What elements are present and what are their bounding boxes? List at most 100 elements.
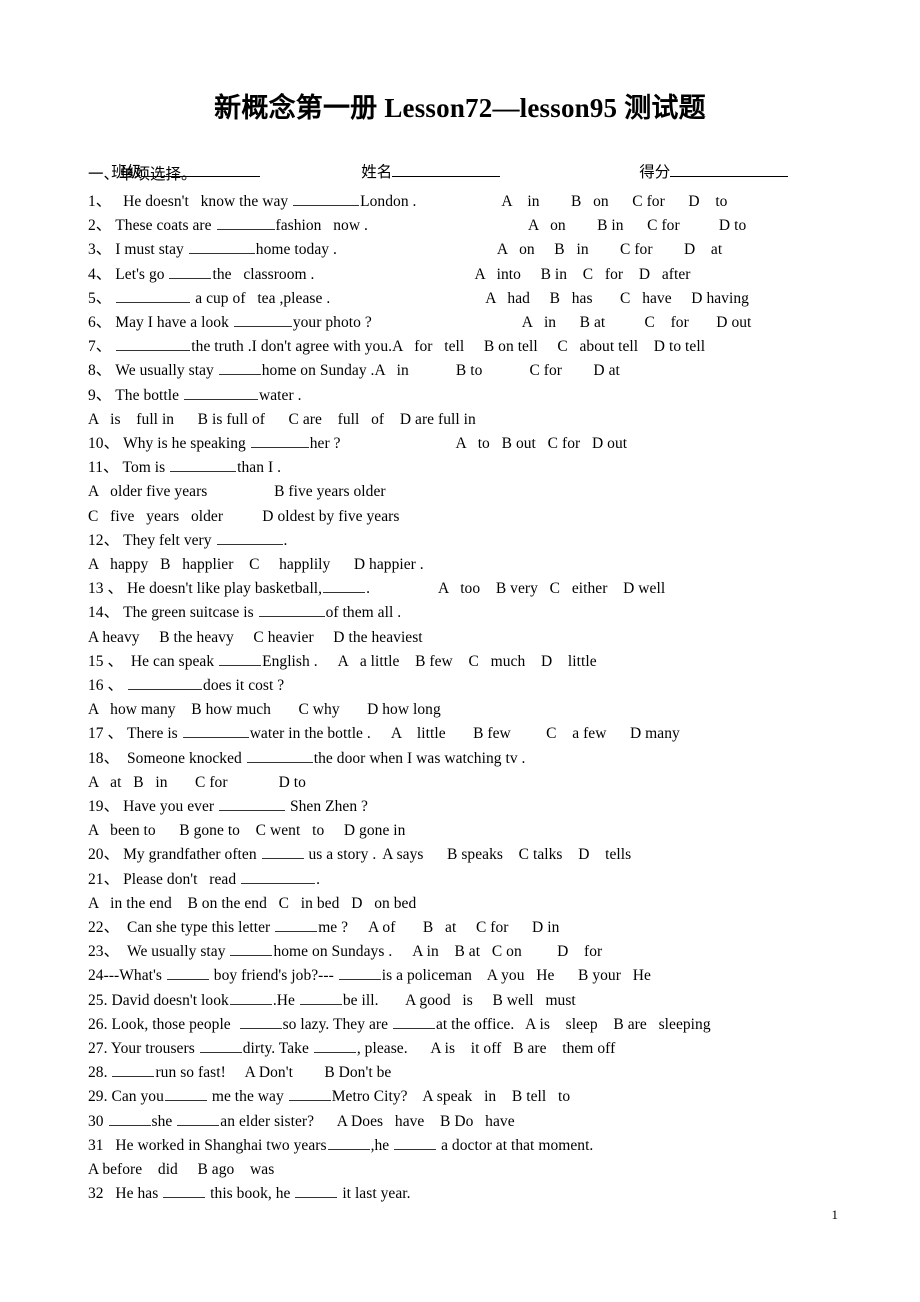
question-stem-tail: Shen Zhen ?	[286, 798, 368, 815]
answer-blank-second[interactable]	[299, 992, 342, 1005]
question-stem: A been to B gone to C went to D gone in	[88, 822, 406, 840]
question-line: 5、 a cup of tea ,please . A had B has C h…	[88, 289, 749, 309]
question-options[interactable]: A for tell B on tell C about tell D to t…	[392, 338, 705, 355]
question-stem-tail: does it cost ?	[203, 677, 285, 694]
option-line: A at B in C for D to	[88, 773, 306, 793]
answer-blank-second[interactable]	[394, 1137, 437, 1150]
question-stem: We usually stay	[111, 362, 218, 380]
option-line: A before did B ago was	[88, 1160, 274, 1180]
question-options[interactable]: A too B very C either D well	[438, 580, 665, 597]
option-line: A happy B happlier C happlily D happier …	[88, 555, 424, 575]
answer-blank[interactable]	[250, 435, 309, 448]
question-options[interactable]: A little B few C a few D many	[391, 725, 680, 742]
answer-blank[interactable]	[116, 338, 191, 352]
question-options[interactable]: A on B in C for D to	[528, 217, 746, 234]
question-line: 6、 May I have a look your photo ? A in B …	[88, 313, 751, 333]
question-stem-tail: your photo ?	[292, 314, 372, 331]
answer-blank[interactable]	[258, 604, 325, 618]
question-options[interactable]: a doctor at that moment.	[437, 1137, 593, 1154]
question-number: 6、	[88, 314, 112, 331]
answer-blank[interactable]	[183, 387, 258, 400]
answer-blank[interactable]	[199, 1040, 242, 1053]
question-options[interactable]: A into B in C for D after	[474, 266, 690, 283]
question-options[interactable]: A a little B few C much D little	[338, 653, 597, 670]
answer-blank[interactable]	[128, 677, 203, 690]
question-options[interactable]: it last year.	[338, 1185, 410, 1202]
question-stem-tail: .	[316, 870, 321, 888]
answer-blank[interactable]	[116, 290, 191, 303]
question-options[interactable]: A to B out C for D out	[456, 435, 628, 452]
answer-blank[interactable]	[188, 241, 255, 255]
question-stem: These coats are	[111, 217, 216, 235]
question-options[interactable]: Metro City? A speak in B tell to	[332, 1088, 570, 1105]
question-number: 15 、	[88, 652, 124, 670]
question-line: 11、 Tom is than I .	[88, 458, 281, 478]
question-stem: Please don't read	[119, 870, 241, 888]
name-label: 姓名	[361, 164, 393, 181]
question-number: 21、	[88, 870, 120, 888]
name-blank-rule[interactable]	[392, 163, 501, 177]
question-stem: He doesn't like play basketball,	[123, 580, 323, 598]
option-line: A how many B how much C why D how long	[88, 700, 441, 720]
question-options[interactable]: A on B in C for D at	[497, 241, 722, 258]
answer-blank-second[interactable]	[177, 1113, 220, 1126]
question-line: 25. David doesn't look .He be ill. A good…	[88, 991, 576, 1011]
question-options[interactable]: A in B at C on D for	[412, 943, 602, 960]
question-stem-tail: English .	[262, 652, 318, 670]
question-options[interactable]: be ill. A good is B well must	[343, 992, 576, 1009]
answer-blank[interactable]	[219, 653, 262, 666]
question-stem-tail: of them all .	[325, 604, 402, 622]
question-options[interactable]: an elder sister? A Does have B Do have	[220, 1113, 514, 1130]
answer-blank-second[interactable]	[338, 967, 381, 981]
score-blank-rule[interactable]	[670, 163, 789, 177]
question-stem: A heavy B the heavy C heavier D the heav…	[88, 628, 423, 646]
question-line: 17 、 There is water in the bottle . A lit…	[88, 724, 680, 744]
answer-blank-second[interactable]	[313, 1040, 356, 1053]
question-stem: David doesn't look	[107, 991, 229, 1009]
answer-blank[interactable]	[239, 1016, 282, 1029]
answer-blank[interactable]	[323, 580, 366, 594]
answer-blank-second[interactable]	[392, 1016, 435, 1029]
question-stem-tail: us a story .	[304, 846, 377, 864]
question-stem: A at B in C for D to	[88, 773, 306, 791]
question-line: 30 she an elder sister? A Does have B Do…	[88, 1112, 515, 1132]
answer-blank[interactable]	[163, 1185, 206, 1199]
answer-blank-second[interactable]	[288, 1088, 331, 1102]
answer-blank[interactable]	[261, 846, 304, 860]
answer-blank[interactable]	[216, 532, 283, 545]
question-options[interactable]: , please. A is it off B are them off	[357, 1040, 615, 1057]
answer-blank[interactable]	[293, 193, 360, 206]
answer-blank[interactable]	[233, 314, 292, 327]
question-line: 20、 My grandfather often us a story . A s…	[88, 845, 631, 865]
answer-blank-second[interactable]	[295, 1185, 338, 1199]
answer-blank[interactable]	[164, 1088, 207, 1102]
answer-blank[interactable]	[112, 1064, 155, 1078]
answer-blank[interactable]	[246, 750, 313, 763]
answer-blank[interactable]	[230, 943, 273, 957]
answer-blank[interactable]	[170, 459, 237, 473]
answer-blank[interactable]	[219, 798, 286, 811]
answer-blank[interactable]	[108, 1113, 151, 1126]
question-line: 15 、 He can speak English . A a little B …	[88, 652, 597, 672]
question-options[interactable]: at the office. A is sleep B are sleeping	[436, 1016, 711, 1033]
answer-blank[interactable]	[229, 992, 272, 1005]
question-options[interactable]: A says B speaks C talks D tells	[382, 846, 631, 863]
answer-blank[interactable]	[218, 362, 261, 376]
answer-blank[interactable]	[166, 967, 209, 981]
answer-blank[interactable]	[169, 266, 212, 279]
question-options[interactable]: A in B on C for D to	[486, 193, 727, 210]
score-label: 得分	[639, 164, 671, 181]
question-options[interactable]: A in B at C for D out	[522, 314, 752, 331]
answer-blank[interactable]	[241, 871, 316, 884]
answer-blank[interactable]	[275, 919, 318, 932]
question-options[interactable]: A had B has C have D having	[485, 290, 749, 307]
question-options[interactable]: A in B to C for D at	[374, 362, 619, 379]
page-title: 新概念第一册 Lesson72—lesson95 测试题	[214, 93, 706, 123]
answer-blank[interactable]	[216, 217, 275, 231]
question-options[interactable]: A of B at C for D in	[368, 919, 559, 936]
question-line: 29. Can you me the way Metro City? A spe…	[88, 1087, 570, 1107]
answer-blank[interactable]	[182, 725, 249, 739]
answer-blank[interactable]	[327, 1137, 370, 1150]
question-options[interactable]: is a policeman A you He B your He	[382, 967, 651, 984]
question-number: 20、	[88, 846, 120, 864]
